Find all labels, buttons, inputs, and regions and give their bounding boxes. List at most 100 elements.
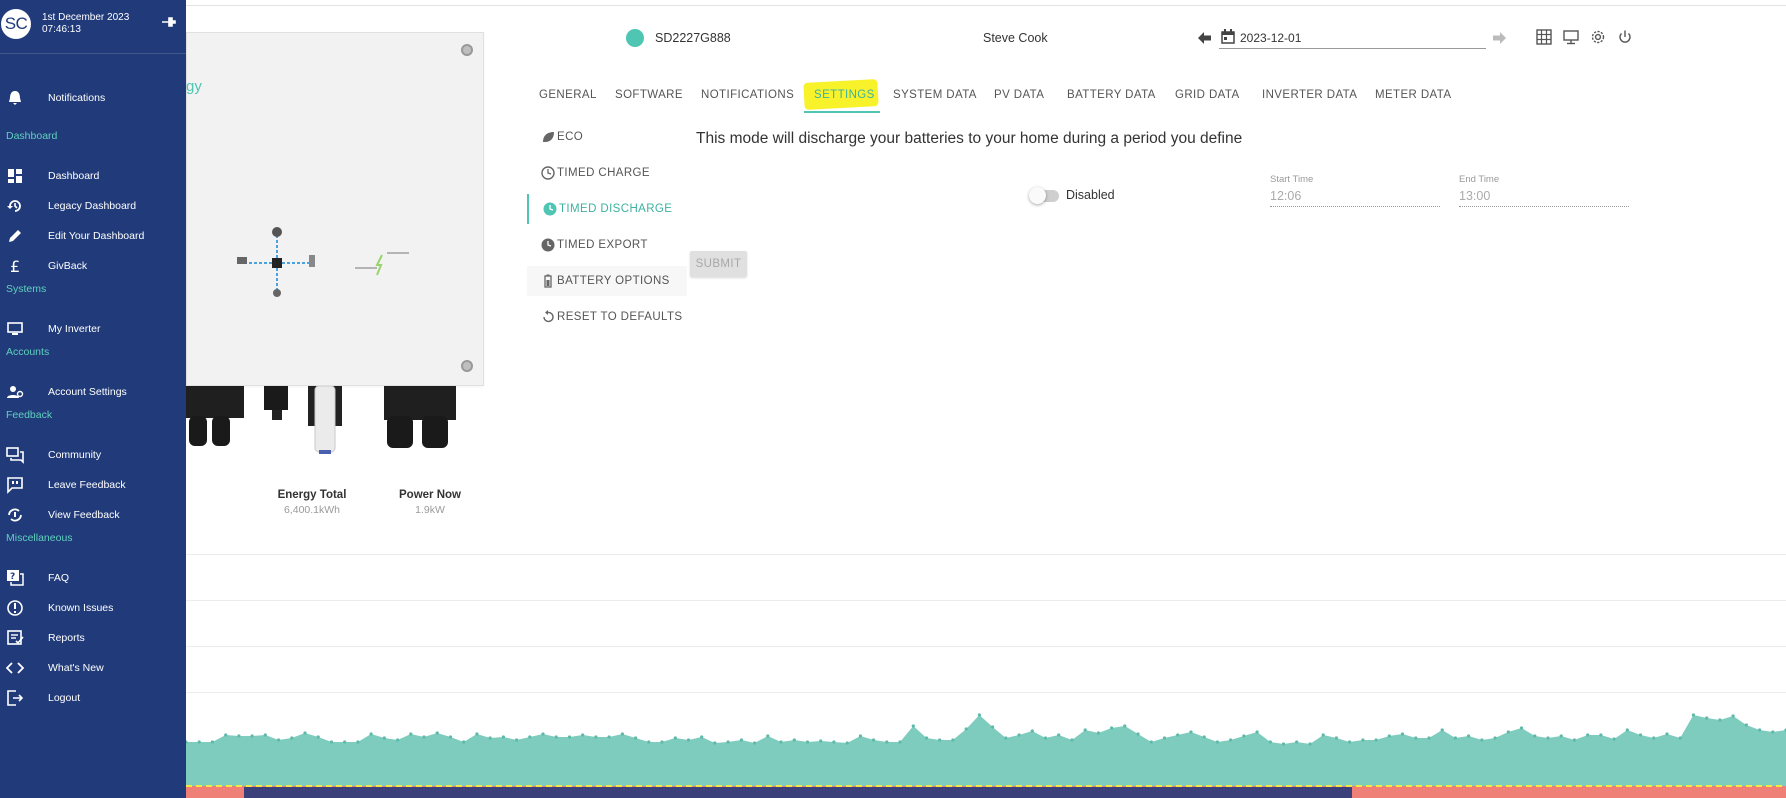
forum-icon: [6, 447, 24, 464]
power-chart: [186, 713, 1786, 798]
sidebar-item-view-feedback[interactable]: View Feedback: [0, 502, 186, 528]
chart-gridline: [186, 600, 1786, 601]
sidebar-item-label: FAQ: [48, 572, 70, 584]
sidebar-item-what-s-new[interactable]: What's New: [0, 655, 186, 681]
chart-point: [713, 741, 717, 745]
settings-tab-label: TIMED EXPORT: [557, 239, 648, 251]
start-time-field[interactable]: Start Time 12:06: [1270, 174, 1440, 207]
sidebar-item-label: Logout: [48, 692, 81, 704]
settings-tab-eco[interactable]: ECO: [527, 122, 687, 152]
sidebar-item-givback[interactable]: £ GivBack: [0, 253, 186, 279]
chart-point: [753, 741, 757, 745]
sidebar-item-leave-feedback[interactable]: Leave Feedback: [0, 472, 186, 498]
chart-point: [1414, 736, 1418, 740]
sidebar-item-known-issues[interactable]: Known Issues: [0, 595, 186, 621]
chart-point: [1771, 730, 1775, 734]
chart-point: [1202, 735, 1206, 739]
tab-system-data[interactable]: SYSTEM DATA: [893, 89, 977, 101]
end-time-label: End Time: [1459, 174, 1500, 185]
chart-point: [462, 740, 466, 744]
monitor-icon: [7, 322, 23, 335]
sidebar-item-legacy-dashboard[interactable]: Legacy Dashboard: [0, 193, 186, 219]
chart-point: [1229, 738, 1233, 742]
header-toolbar: [1536, 29, 1633, 45]
tab-grid-data[interactable]: GRID DATA: [1175, 89, 1240, 101]
arrow-right-icon[interactable]: [1492, 32, 1506, 44]
sidebar-item-my-inverter[interactable]: My Inverter: [0, 316, 186, 342]
sidebar-item-dashboard[interactable]: Dashboard: [0, 163, 186, 189]
calendar-icon[interactable]: [1221, 29, 1235, 44]
sidebar-item-label: Edit Your Dashboard: [48, 230, 145, 242]
sidebar-datetime: 1st December 2023 07:46:13: [42, 12, 129, 36]
chart-point: [1599, 733, 1603, 737]
settings-tab-reset-to-defaults[interactable]: RESET TO DEFAULTS: [527, 302, 687, 332]
code-icon: [6, 662, 24, 674]
tab-battery-data[interactable]: BATTERY DATA: [1067, 89, 1156, 101]
chart-point: [1268, 740, 1272, 744]
sidebar: SC 1st December 2023 07:46:13 Notificati…: [0, 0, 186, 798]
alert-circle-icon: [7, 600, 23, 616]
start-time-input[interactable]: 12:06: [1270, 189, 1440, 207]
start-time-label: Start Time: [1270, 174, 1314, 185]
sidebar-item-label: Reports: [48, 632, 85, 644]
sidebar-item-account-settings[interactable]: Account Settings: [0, 379, 186, 405]
monitor-icon[interactable]: [1563, 29, 1579, 45]
chart-point: [290, 736, 294, 740]
chart-point: [1586, 733, 1590, 737]
svg-text:£: £: [10, 257, 20, 275]
sidebar-item-faq[interactable]: ? FAQ: [0, 565, 186, 591]
arrow-left-icon[interactable]: [1198, 32, 1212, 44]
avatar[interactable]: SC: [1, 9, 31, 39]
chart-point: [303, 731, 307, 735]
tab-software[interactable]: SOFTWARE: [615, 89, 683, 101]
pencil-icon: [9, 230, 21, 242]
chart-point: [872, 738, 876, 742]
grid-icon[interactable]: [1536, 29, 1552, 45]
sidebar-section-accounts: Accounts: [6, 346, 50, 358]
settings-tab-timed-export[interactable]: TIMED EXPORT: [527, 230, 687, 260]
power-now-stat: Power Now 1.9kW: [370, 489, 490, 516]
inverter-connectors: [186, 386, 456, 454]
power-icon[interactable]: [1617, 29, 1633, 45]
chart-point: [1348, 740, 1352, 744]
chart-point: [911, 724, 915, 728]
chart-point: [924, 736, 929, 740]
chart-point: [1546, 736, 1550, 740]
chart-point: [991, 725, 995, 729]
end-time-field[interactable]: End Time 13:00: [1459, 174, 1629, 207]
sidebar-item-label: Known Issues: [48, 602, 114, 614]
chart-point: [475, 732, 479, 736]
tab-meter-data[interactable]: METER DATA: [1375, 89, 1451, 101]
account-settings-icon: [7, 386, 24, 398]
chart-point: [1004, 736, 1008, 740]
tab-notifications[interactable]: NOTIFICATIONS: [701, 89, 794, 101]
battery-icon: [544, 274, 552, 288]
sidebar-item-logout[interactable]: Logout: [0, 685, 186, 711]
end-time-input[interactable]: 13:00: [1459, 189, 1629, 207]
chart-point: [805, 740, 810, 744]
date-input[interactable]: 2023-12-01: [1240, 31, 1301, 45]
tab-inverter-data[interactable]: INVERTER DATA: [1262, 89, 1357, 101]
settings-tab-battery-options[interactable]: BATTERY OPTIONS: [527, 266, 687, 296]
submit-button[interactable]: SUBMIT: [690, 251, 747, 277]
sidebar-item-reports[interactable]: Reports: [0, 625, 186, 651]
chart-point: [739, 738, 744, 742]
chart-point: [1189, 730, 1193, 734]
chart-point: [885, 740, 889, 744]
enable-toggle[interactable]: [1029, 187, 1059, 204]
sidebar-item-notifications[interactable]: Notifications: [0, 85, 186, 111]
pin-icon[interactable]: [160, 15, 176, 29]
tab-pv-data[interactable]: PV DATA: [994, 89, 1044, 101]
settings-tab-timed-charge[interactable]: TIMED CHARGE: [527, 158, 687, 188]
chart-point: [1480, 738, 1484, 742]
sidebar-item-label: View Feedback: [48, 509, 120, 521]
tab-settings[interactable]: SETTINGS: [814, 89, 875, 101]
chart-point: [1162, 736, 1167, 740]
settings-tab-label: BATTERY OPTIONS: [557, 275, 670, 287]
sidebar-item-community[interactable]: Community: [0, 442, 186, 468]
clock-icon: [541, 238, 555, 252]
tab-general[interactable]: GENERAL: [539, 89, 597, 101]
sidebar-item-edit-your-dashboard[interactable]: Edit Your Dashboard: [0, 223, 186, 249]
gear-icon[interactable]: [1590, 29, 1606, 45]
settings-tab-timed-discharge[interactable]: TIMED DISCHARGE: [527, 194, 687, 224]
